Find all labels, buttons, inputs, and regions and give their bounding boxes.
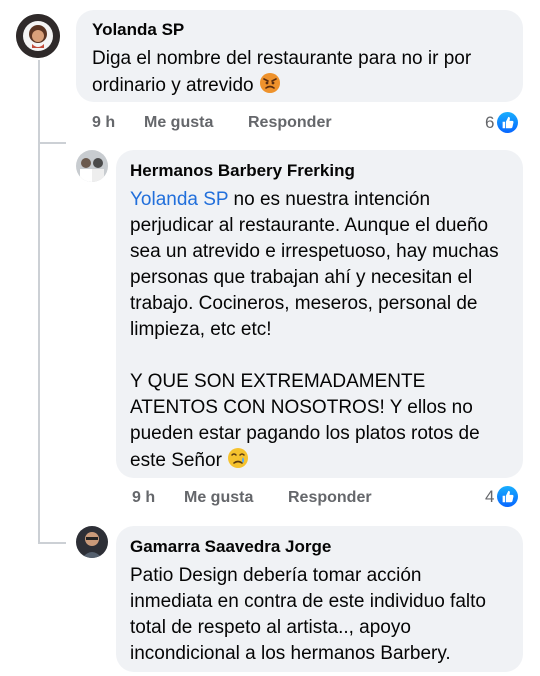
avatar-gamarra[interactable] xyxy=(76,526,108,558)
comment-time-1[interactable]: 9 h xyxy=(92,114,144,132)
comment-text-3: Patio Design debería tomar acción inmedi… xyxy=(130,565,492,664)
reply-button-2[interactable]: Responder xyxy=(288,489,372,507)
comment-text-2: Yolanda SP no es nuestra intención perju… xyxy=(130,187,509,477)
comment-author-1[interactable]: Yolanda SP xyxy=(92,19,509,41)
comment-author-3[interactable]: Gamarra Saavedra Jorge xyxy=(130,536,509,558)
avatar-yolanda-picture xyxy=(16,14,60,58)
angry-face-icon xyxy=(259,72,281,102)
comment-actions-1: 9 h Me gusta Responder xyxy=(92,114,332,132)
reaction-count-1: 6 xyxy=(485,112,495,132)
reactions-2[interactable]: 4 xyxy=(485,486,519,507)
mention-link[interactable]: Yolanda SP xyxy=(130,189,228,210)
avatar-hermanos-picture xyxy=(76,150,108,182)
crying-face-icon xyxy=(227,447,249,477)
avatar-yolanda[interactable] xyxy=(16,14,60,58)
like-button-1[interactable]: Me gusta xyxy=(144,114,248,132)
comment-text-1: Diga el nombre del restaurante para no i… xyxy=(92,46,509,102)
thread-line-branch-1 xyxy=(38,142,66,144)
thread-line-main xyxy=(38,60,40,544)
comment-text-2-body: no es nuestra intención perjudicar al re… xyxy=(130,189,499,471)
reply-button-1[interactable]: Responder xyxy=(248,114,332,132)
reaction-count-2: 4 xyxy=(485,486,495,506)
comment-author-2[interactable]: Hermanos Barbery Frerking xyxy=(130,160,509,182)
like-reaction-icon xyxy=(497,486,519,507)
comment-bubble-2: Hermanos Barbery Frerking Yolanda SP no … xyxy=(116,150,523,478)
comment-bubble-3: Gamarra Saavedra Jorge Patio Design debe… xyxy=(116,526,523,672)
like-reaction-icon xyxy=(497,112,519,133)
comment-text-1-body: Diga el nombre del restaurante para no i… xyxy=(92,48,477,96)
like-button-2[interactable]: Me gusta xyxy=(184,489,288,507)
avatar-hermanos-barbery[interactable] xyxy=(76,150,108,182)
avatar-gamarra-picture xyxy=(76,526,108,558)
comment-actions-2: 9 h Me gusta Responder xyxy=(132,489,372,507)
comment-bubble-1: Yolanda SP Diga el nombre del restaurant… xyxy=(76,10,523,102)
reactions-1[interactable]: 6 xyxy=(485,112,519,133)
comment-time-2[interactable]: 9 h xyxy=(132,489,184,507)
thread-line-branch-2 xyxy=(38,542,66,544)
